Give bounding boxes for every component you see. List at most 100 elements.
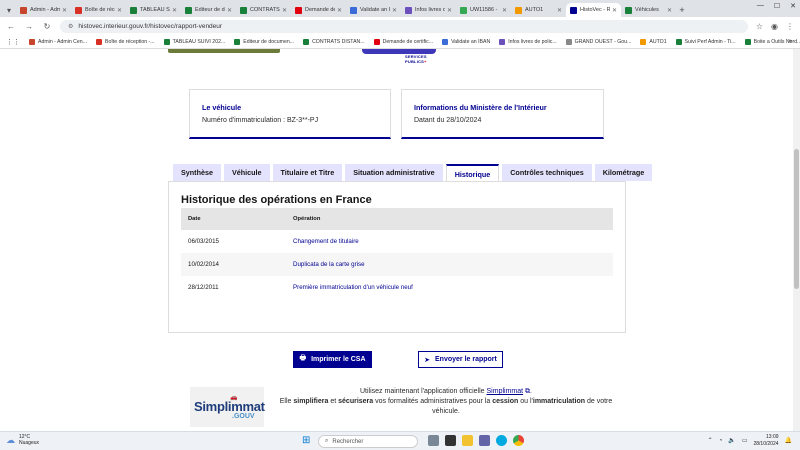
widgets-icon[interactable] [445,435,456,446]
tab-close-icon[interactable]: ✕ [282,7,287,14]
back-icon[interactable]: ← [6,22,16,31]
bookmark-item[interactable]: GRAND OUEST - Gou... [565,38,632,45]
teams-icon[interactable] [479,435,490,446]
tab-favicon-icon [185,6,192,14]
taskbar-search[interactable]: ⌕ Rechercher [318,435,418,448]
bookmark-item[interactable]: Infos livres de polic... [499,38,557,45]
bookmark-item[interactable]: Demande de certific... [373,38,433,45]
tab-titulaire-et-titre[interactable]: Titulaire et Titre [272,164,343,181]
browser-tab[interactable]: CONTRATS DISTANCE✕ [236,3,291,17]
tab-close-icon[interactable]: ✕ [502,7,507,14]
forward-icon[interactable]: → [24,22,34,31]
browser-tab[interactable]: Véhicules ✕ [621,3,676,17]
browser-tab[interactable]: TABLEAU SUIVI✕ [126,3,181,17]
tab-menu-icon[interactable]: ▾ [2,3,16,17]
vehicle-card: Le véhicule Numéro d'immatriculation : B… [189,89,391,139]
tab-close-icon[interactable]: ✕ [62,7,67,14]
browser-tab-label: TABLEAU SUIVI [140,7,170,13]
bookmark-item[interactable]: Boîte de réception -... [96,38,155,45]
bookmark-item[interactable]: AUTO1 [640,38,667,45]
bookmark-favicon-icon [565,38,572,45]
tab-close-icon[interactable]: ✕ [392,7,397,14]
task-view-icon[interactable] [428,435,439,446]
tab-close-icon[interactable]: ✕ [612,7,617,14]
tray-chevron-icon[interactable]: ⌃ [708,437,713,444]
profile-icon[interactable]: ◉ [771,22,778,31]
tab-historique[interactable]: Historique [445,164,500,182]
browser-tab[interactable]: Demande de certificat✕ [291,3,346,17]
tab-v-hicule[interactable]: Véhicule [223,164,270,181]
tab-close-icon[interactable]: ✕ [117,7,122,14]
page-scrollbar[interactable] [793,49,800,431]
chrome-icon[interactable] [513,435,524,446]
simplimmat-logo[interactable]: 🚗 Simplimmat .GOUV [190,387,265,427]
clock[interactable]: 13:09 28/10/2024 [753,434,778,447]
browser-tab[interactable]: AUTO1 ✕ [511,3,566,17]
apps-grid-icon[interactable]: ⋮⋮ [6,38,20,46]
close-icon[interactable]: ✕ [790,2,796,10]
bookmark-label: Suivi Perf Admin - Ti... [684,38,736,45]
tab-close-icon[interactable]: ✕ [447,7,452,14]
bookmark-label: Admin - Admin Cen... [38,38,88,45]
history-title: Historique des opérations en France [181,194,372,206]
tab-close-icon[interactable]: ✕ [227,7,232,14]
skype-icon[interactable] [496,435,507,446]
simplimmat-link[interactable]: Simplimmat [487,388,524,395]
tab-favicon-icon [405,6,412,14]
bookmark-item[interactable]: Admin - Admin Cen... [29,38,88,45]
bookmark-star-icon[interactable]: ☆ [756,22,763,31]
site-info-icon[interactable]: ⚙ [68,23,73,30]
tab-situation-administrative[interactable]: Situation administrative [345,164,443,181]
bookmark-item[interactable]: CONTRATS DISTAN... [303,38,365,45]
browser-tab[interactable]: Admin - Admin✕ [16,3,71,17]
bookmark-label: GRAND OUEST - Gou... [574,38,632,45]
browser-tab[interactable]: Boîte de réception✕ [71,3,126,17]
bookmark-item[interactable]: Editeur de documen... [234,38,294,45]
minimize-icon[interactable]: — [757,2,764,10]
browser-tab[interactable]: UW11586 - ✕ [456,3,511,17]
maximize-icon[interactable]: ☐ [774,2,780,10]
tab-kilom-trage[interactable]: Kilométrage [594,164,653,181]
file-explorer-icon[interactable] [462,435,473,446]
browser-tab[interactable]: Infos livres de police✕ [401,3,456,17]
reload-icon[interactable]: ↻ [42,22,52,31]
tab-close-icon[interactable]: ✕ [557,7,562,14]
tab-close-icon[interactable]: ✕ [337,7,342,14]
url-bar[interactable]: ⚙ histovec.interieur.gouv.fr/histovec/ra… [60,19,748,33]
bookmark-item[interactable]: Validate an IBAN [442,38,490,45]
windows-start-icon[interactable]: ⊞ [302,435,310,446]
history-panel: Historique des opérations en France Date… [168,181,626,333]
notification-icon[interactable]: 🔔 [785,437,792,444]
bookmark-label: AUTO1 [649,38,667,45]
print-csa-button[interactable]: 🖶 Imprimer le CSA [293,351,372,368]
external-link-icon: ⧉ [525,388,531,395]
bookmark-favicon-icon [675,38,682,45]
weather-widget[interactable]: ☁ 12°C Nuageux [6,434,39,446]
tab-contr-les-techniques[interactable]: Contrôles techniques [502,164,592,181]
more-bookmarks-icon[interactable]: » [788,38,792,45]
services-publics-logo: SERVICES PUBLICS+ [405,54,427,64]
bookmark-favicon-icon [303,38,310,45]
browser-tab[interactable]: Editeur de documents✕ [181,3,236,17]
battery-icon[interactable]: ▭ [742,437,748,444]
bookmark-item[interactable]: TABLEAU SUIVI 202... [163,38,225,45]
header-banner-left [168,49,280,53]
tab-close-icon[interactable]: ✕ [667,7,672,14]
row-operation: Première immatriculation d'un véhicule n… [293,284,413,291]
search-icon: ⌕ [325,438,329,444]
table-row: 06/03/2015 Changement de titulaire [181,230,613,253]
vehicle-card-title: Le véhicule [202,103,242,112]
new-tab-button[interactable]: + [676,3,688,17]
wifi-icon[interactable]: ◔ [719,438,723,444]
tab-close-icon[interactable]: ✕ [172,7,177,14]
browser-tab-label: Admin - Admin [30,7,60,13]
browser-tab[interactable]: HistoVec - Rapport✕ [566,3,621,17]
browser-menu-icon[interactable]: ⋮ [786,22,794,31]
tab-synth-se[interactable]: Synthèse [173,164,221,181]
bookmark-label: Boîte de réception -... [105,38,155,45]
bookmark-item[interactable]: Suivi Perf Admin - Ti... [675,38,736,45]
browser-tab[interactable]: Validate an IBAN✕ [346,3,401,17]
row-date: 06/03/2015 [188,238,219,245]
send-report-button[interactable]: ➤ Envoyer le rapport [418,351,503,368]
volume-icon[interactable]: 🔈 [728,437,735,444]
